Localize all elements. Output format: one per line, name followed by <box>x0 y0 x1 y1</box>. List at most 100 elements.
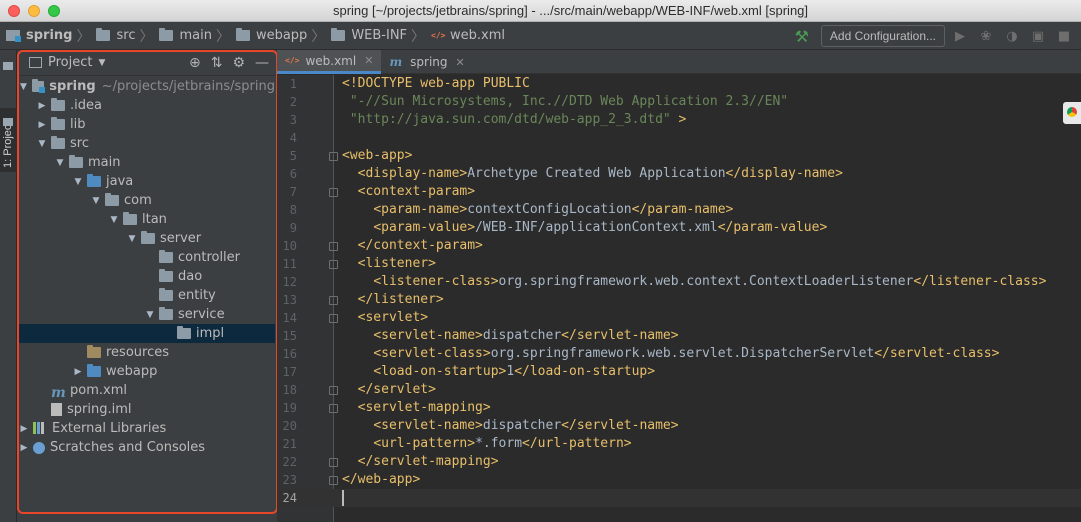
code-line[interactable]: 1 <!DOCTYPE web-app PUBLIC <box>277 75 1081 93</box>
code-line[interactable]: 7 <context-param> <box>277 183 1081 201</box>
breadcrumb-src[interactable]: src 〉 <box>96 22 159 50</box>
code-line[interactable]: 3 "http://java.sun.com/dtd/web-app_2_3.d… <box>277 111 1081 129</box>
tree-item[interactable]: ▶ External Libraries <box>17 419 275 438</box>
expand-arrow-right-icon[interactable]: ▶ <box>19 443 29 453</box>
expand-arrow-right-icon[interactable]: ▶ <box>37 120 47 130</box>
expand-arrow-down-icon[interactable]: ▼ <box>37 139 47 149</box>
code-line[interactable]: 16 <servlet-class>org.springframework.we… <box>277 345 1081 363</box>
code-line[interactable]: 17 <load-on-startup>1</load-on-startup> <box>277 363 1081 381</box>
code-line[interactable]: 21 <url-pattern>*.form</url-pattern> <box>277 435 1081 453</box>
tree-item[interactable]: ▶ lib <box>17 115 275 134</box>
tree-item[interactable]: impl <box>17 324 275 343</box>
code-line[interactable]: 15 <servlet-name>dispatcher</servlet-nam… <box>277 327 1081 345</box>
fold-marker-icon[interactable] <box>329 404 338 413</box>
expand-arrow-right-icon[interactable]: ▶ <box>19 424 29 434</box>
breadcrumb-webapp[interactable]: webapp 〉 <box>235 22 331 50</box>
fold-marker-icon[interactable] <box>329 242 338 251</box>
run-icon[interactable]: ▶ <box>951 27 969 45</box>
gear-icon[interactable]: ⚙ <box>232 55 245 71</box>
close-tab-icon[interactable]: ✕ <box>364 54 373 67</box>
tree-item[interactable]: entity <box>17 286 275 305</box>
browser-preview-icon[interactable] <box>1063 102 1081 124</box>
code-line[interactable]: 20 <servlet-name>dispatcher</servlet-nam… <box>277 417 1081 435</box>
expand-arrow-down-icon[interactable]: ▼ <box>109 215 119 225</box>
breadcrumb-web-inf[interactable]: WEB-INF 〉 <box>331 22 431 50</box>
breadcrumb-web-xml[interactable]: web.xml <box>431 22 505 50</box>
breadcrumb-main[interactable]: main 〉 <box>159 22 235 50</box>
tree-item-label: main <box>88 155 121 170</box>
expand-arrow-down-icon[interactable]: ▼ <box>91 196 101 206</box>
project-view-selector[interactable]: Project <box>48 55 92 70</box>
xml-tag: <url-pattern> <box>373 436 476 451</box>
expand-arrow-down-icon[interactable]: ▼ <box>127 234 137 244</box>
expand-arrow-down-icon[interactable]: ▼ <box>145 310 155 320</box>
fold-marker-icon[interactable] <box>329 314 338 323</box>
tree-item[interactable]: spring.iml <box>17 400 275 419</box>
run-with-coverage-icon[interactable]: ◑ <box>1003 27 1021 45</box>
expand-arrow-down-icon[interactable]: ▼ <box>55 158 65 168</box>
chevron-down-icon[interactable]: ▼ <box>98 58 105 68</box>
code-line[interactable]: 5 <web-app> <box>277 147 1081 165</box>
line-number: 14 <box>282 311 297 325</box>
fold-marker-icon[interactable] <box>329 260 338 269</box>
locate-file-icon[interactable]: ⊕ <box>189 55 201 71</box>
build-hammer-icon[interactable]: ⚒ <box>795 27 809 46</box>
project-tab-label[interactable]: 1: Project <box>2 122 14 168</box>
code-line[interactable]: 4 <box>277 129 1081 147</box>
tree-item[interactable]: ▼ spring ~/projects/jetbrains/spring <box>17 77 275 96</box>
code-line[interactable]: 24 <box>277 489 1081 507</box>
tab-web-xml[interactable]: </> web.xml ✕ <box>277 50 382 74</box>
tree-item[interactable]: ▼ java <box>17 172 275 191</box>
code-line[interactable]: 22 </servlet-mapping> <box>277 453 1081 471</box>
breadcrumb-spring[interactable]: spring 〉 <box>6 22 96 50</box>
code-line[interactable]: 8 <param-name>contextConfigLocation</par… <box>277 201 1081 219</box>
tree-item[interactable]: resources <box>17 343 275 362</box>
tree-item[interactable]: ▼ service <box>17 305 275 324</box>
xml-tag: <listener> <box>357 256 436 271</box>
code-line[interactable]: 13 </listener> <box>277 291 1081 309</box>
code-line[interactable]: 18 </servlet> <box>277 381 1081 399</box>
code-line[interactable]: 9 <param-value>/WEB-INF/applicationConte… <box>277 219 1081 237</box>
stop-icon[interactable]: ■ <box>1055 27 1073 45</box>
code-line[interactable]: 6 <display-name>Archetype Created Web Ap… <box>277 165 1081 183</box>
tree-item[interactable]: ▶ Scratches and Consoles <box>17 438 275 457</box>
tree-item[interactable]: pom.xml <box>17 381 275 400</box>
code-line[interactable]: 23 </web-app> <box>277 471 1081 489</box>
editor-tabs: </> web.xml ✕ m spring ✕ <box>277 50 1081 74</box>
fold-marker-icon[interactable] <box>329 296 338 305</box>
collapse-all-icon[interactable]: ⇅ <box>211 55 223 71</box>
fold-marker-icon[interactable] <box>329 458 338 467</box>
tree-item[interactable]: ▶ .idea <box>17 96 275 115</box>
tree-item[interactable]: ▼ com <box>17 191 275 210</box>
tree-item[interactable]: ▶ webapp <box>17 362 275 381</box>
code-editor[interactable]: 1 <!DOCTYPE web-app PUBLIC 2 "-//Sun Micro… <box>277 75 1081 507</box>
tree-item[interactable]: ▼ main <box>17 153 275 172</box>
debug-icon[interactable]: ❀ <box>977 27 995 45</box>
expand-arrow-down-icon[interactable]: ▼ <box>73 177 83 187</box>
code-line[interactable]: 19 <servlet-mapping> <box>277 399 1081 417</box>
fold-marker-icon[interactable] <box>329 152 338 161</box>
code-line[interactable]: 11 <listener> <box>277 255 1081 273</box>
text-content <box>342 238 358 253</box>
add-configuration-button[interactable]: Add Configuration... <box>820 25 945 47</box>
profile-icon[interactable]: ▣ <box>1029 27 1047 45</box>
code-line[interactable]: 2 "-//Sun Microsystems, Inc.//DTD Web Ap… <box>277 93 1081 111</box>
code-line[interactable]: 10 </context-param> <box>277 237 1081 255</box>
tree-item[interactable]: controller <box>17 248 275 267</box>
hide-panel-icon[interactable]: — <box>255 55 269 71</box>
expand-arrow-right-icon[interactable]: ▶ <box>37 101 47 111</box>
fold-marker-icon[interactable] <box>329 386 338 395</box>
code-line[interactable]: 12 <listener-class>org.springframework.w… <box>277 273 1081 291</box>
expand-arrow-right-icon[interactable]: ▶ <box>73 367 83 377</box>
fold-marker-icon[interactable] <box>329 188 338 197</box>
tab-spring[interactable]: m spring ✕ <box>381 50 472 74</box>
code-line[interactable]: 14 <servlet> <box>277 309 1081 327</box>
structure-tool-icon[interactable] <box>3 118 13 126</box>
tree-item[interactable]: dao <box>17 267 275 286</box>
tree-item[interactable]: ▼ server <box>17 229 275 248</box>
expand-arrow-down-icon[interactable]: ▼ <box>19 82 28 92</box>
tree-item[interactable]: ▼ ltan <box>17 210 275 229</box>
fold-marker-icon[interactable] <box>329 476 338 485</box>
close-tab-icon[interactable]: ✕ <box>456 56 465 69</box>
tree-item[interactable]: ▼ src <box>17 134 275 153</box>
